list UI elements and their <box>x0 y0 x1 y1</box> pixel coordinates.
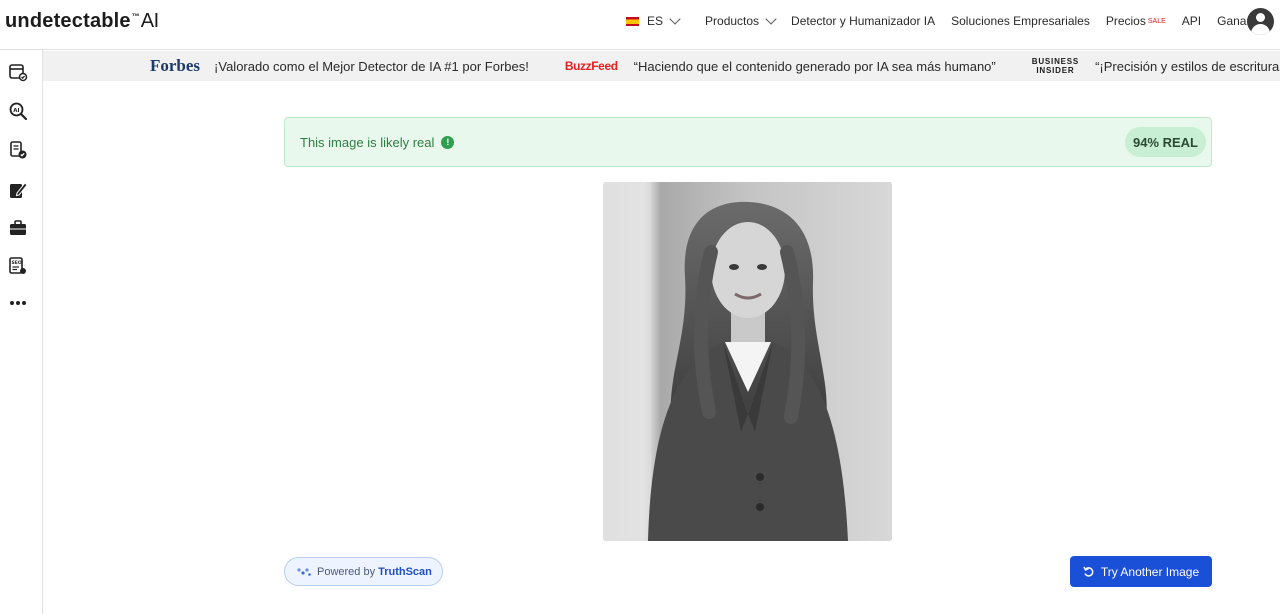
powered-prefix: Powered by <box>317 565 376 578</box>
nav-label-ganar: Ganar <box>1217 14 1251 28</box>
language-code: ES <box>647 14 664 28</box>
nav-item-precios[interactable]: Precios SALE <box>1106 14 1166 28</box>
nav-item-ganar[interactable]: Ganar <box>1217 14 1250 28</box>
avatar-head <box>1256 13 1265 22</box>
nav-item-productos[interactable]: Productos <box>705 13 777 28</box>
buzzfeed-logo: BuzzFeed <box>564 59 618 73</box>
business-insider-logo: BUSINESS INSIDER <box>1032 57 1079 75</box>
svg-text:AI: AI <box>13 108 19 114</box>
more-icon[interactable] <box>8 293 28 313</box>
nav-links: ES Productos Detector y Humanizador IA S… <box>620 0 1266 42</box>
nav-label-productos: Productos <box>705 14 760 28</box>
bi-logo-line1: BUSINESS <box>1031 57 1080 66</box>
bi-logo-line2: INSIDER <box>1036 66 1075 75</box>
brand-logo[interactable]: undetectable ™ AI <box>5 10 159 33</box>
press-strip: Forbes ¡Valorado como el Mejor Detector … <box>43 51 1280 81</box>
analyzed-image <box>603 182 892 541</box>
powered-brand: TruthScan <box>378 565 432 578</box>
svg-text:SEO: SEO <box>12 260 22 266</box>
truthscan-logo-icon <box>297 567 311 576</box>
try-another-image-button[interactable]: Try Another Image <box>1070 556 1212 587</box>
nav-label-precios: Precios <box>1105 14 1146 28</box>
real-percentage-badge: 94% REAL <box>1124 127 1206 157</box>
nav-item-detector[interactable]: Detector y Humanizador IA <box>791 14 935 28</box>
result-message: This image is likely real <box>300 134 435 150</box>
seo-report-icon[interactable]: SEO <box>8 256 28 276</box>
user-avatar-icon[interactable] <box>1247 8 1274 35</box>
nav-item-api[interactable]: API <box>1182 14 1201 28</box>
ai-search-icon[interactable]: AI <box>8 101 28 121</box>
logo-text: undetectable <box>5 10 131 32</box>
forbes-quote: ¡Valorado como el Mejor Detector de IA #… <box>214 58 529 74</box>
nav-item-soluciones[interactable]: Soluciones Empresariales <box>951 14 1090 28</box>
result-banner: This image is likely real ! 94% REAL <box>284 117 1212 167</box>
nav-label-soluciones: Soluciones Empresariales <box>951 14 1090 28</box>
nav-label-api: API <box>1181 14 1202 28</box>
powered-by-truthscan[interactable]: Powered by TruthScan <box>284 557 443 586</box>
business-insider-quote: “¡Precisión y estilos de escritura incom… <box>1095 58 1280 74</box>
refresh-icon <box>1083 566 1094 577</box>
info-icon[interactable]: ! <box>441 135 455 149</box>
chevron-down-icon <box>765 13 777 25</box>
portrait-photo <box>603 182 892 541</box>
chevron-down-icon <box>669 13 681 25</box>
nav-label-detector: Detector y Humanizador IA <box>791 14 936 28</box>
forbes-logo: Forbes <box>150 56 201 75</box>
briefcase-icon[interactable] <box>8 218 28 238</box>
top-navbar: undetectable ™ AI ES Productos Detector … <box>0 0 1280 50</box>
try-another-image-label: Try Another Image <box>1100 564 1200 579</box>
avatar-body <box>1251 24 1270 35</box>
language-selector[interactable]: ES <box>620 13 681 28</box>
edit-note-icon[interactable] <box>8 180 28 200</box>
logo-ai-suffix: AI <box>140 10 159 32</box>
sidebar: AI SEO <box>0 50 43 614</box>
logo-trademark: ™ <box>131 12 140 21</box>
browser-check-icon[interactable] <box>8 62 28 82</box>
spain-flag-icon <box>626 16 639 26</box>
sale-badge: SALE <box>1147 17 1166 25</box>
buzzfeed-quote: “Haciendo que el contenido generado por … <box>633 58 996 74</box>
document-check-icon[interactable] <box>8 140 28 160</box>
